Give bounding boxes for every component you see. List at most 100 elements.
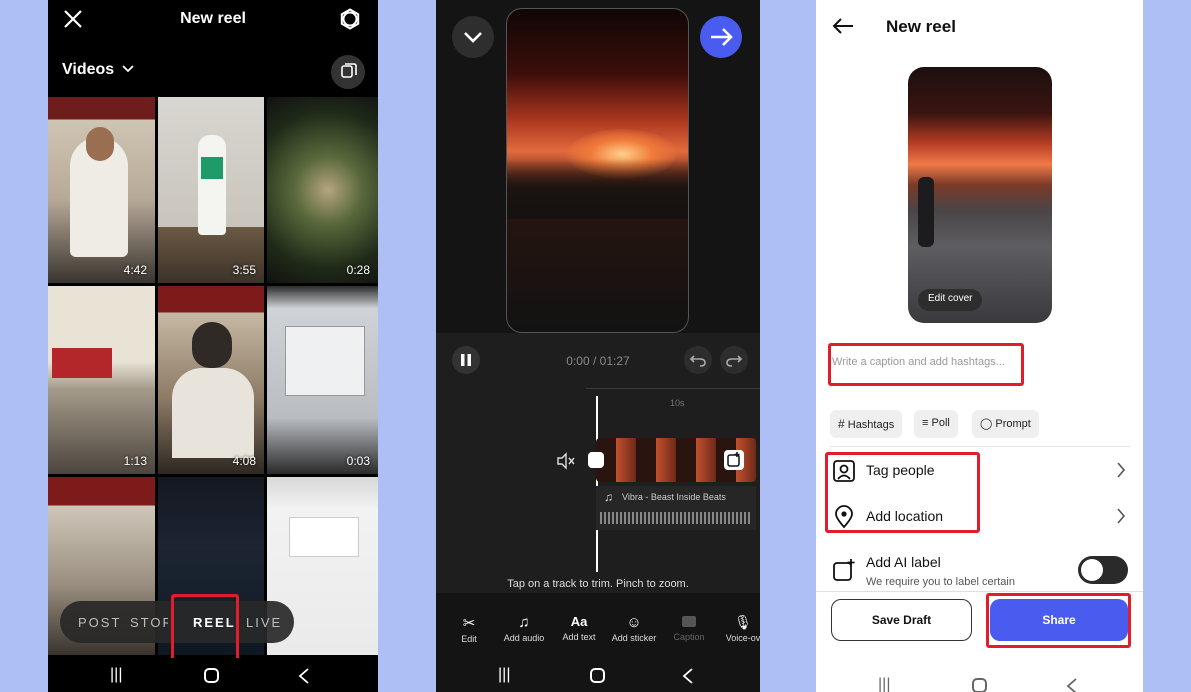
music-note-icon: ♫ [518, 614, 530, 631]
tool-voiceover-label: Voice-ov [725, 633, 760, 643]
video-duration: 0:03 [346, 454, 370, 468]
back-arrow-icon[interactable] [831, 16, 855, 36]
undo-icon [689, 355, 706, 367]
arrow-right-icon [711, 28, 733, 46]
playhead[interactable] [596, 396, 598, 572]
settings-button[interactable] [339, 8, 361, 35]
text-icon: Aa [570, 614, 588, 629]
mode-live[interactable]: LIVE [246, 615, 282, 630]
timeline-ruler [586, 388, 760, 389]
ruler-mark: 10s [670, 398, 685, 408]
thumbnail-figure-head [86, 127, 114, 161]
video-thumbnail[interactable]: 3:55 [158, 97, 264, 283]
audio-waveform [600, 512, 752, 524]
home-button[interactable] [204, 668, 219, 683]
back-icon[interactable] [682, 668, 694, 684]
tool-add-text-label: Add text [562, 632, 596, 642]
highlight-box [171, 594, 239, 666]
ai-label-toggle[interactable] [1078, 556, 1128, 584]
mute-button[interactable] [556, 452, 576, 475]
screen-title: New reel [886, 17, 956, 36]
mode-post[interactable]: POST [78, 615, 121, 630]
screen-title: New reel [180, 10, 246, 27]
mode-story[interactable]: STORY [130, 615, 168, 630]
cover-figure [918, 177, 934, 247]
scissors-icon: ✂ [462, 615, 476, 632]
video-duration: 1:13 [123, 454, 147, 468]
multi-select-icon [341, 63, 357, 78]
thumbnail-figure-head [192, 322, 232, 368]
multi-select-button[interactable] [331, 55, 365, 89]
ai-label-row[interactable]: Add AI label We require you to label cer… [816, 548, 1143, 590]
chip-prompt[interactable]: ◯ Prompt [972, 410, 1039, 438]
video-thumbnail[interactable]: 1:13 [48, 286, 155, 474]
ai-label-description: We require you to label certain [866, 576, 1015, 588]
chip-prompt-label: Prompt [995, 418, 1031, 430]
thumbnail-banner [52, 348, 112, 378]
timeline-hint: Tap on a track to trim. Pinch to zoom. [507, 578, 689, 590]
recents-button[interactable]: ||| [498, 666, 510, 684]
chip-poll[interactable]: ≡ Poll [914, 410, 958, 438]
recents-button[interactable]: ||| [110, 666, 122, 684]
video-duration: 4:42 [123, 263, 147, 277]
microphone-icon: 🎙 [734, 614, 752, 630]
highlight-box [825, 452, 980, 533]
reel-gallery-screen: New reel Videos 4:42 3:55 0:28 1:13 4:08… [48, 0, 378, 692]
home-button[interactable] [590, 668, 605, 683]
thumbnail-document [285, 326, 365, 396]
tool-edit-label: Edit [461, 634, 477, 644]
thumbnail-figure-vest [201, 157, 223, 179]
reel-cover[interactable]: Edit cover [908, 67, 1052, 323]
video-thumbnail[interactable]: 4:08 [158, 286, 264, 474]
back-icon[interactable] [1066, 678, 1078, 692]
collapse-button[interactable] [452, 16, 494, 58]
tool-add-audio[interactable]: ♫ Add audio [500, 614, 548, 643]
thumbnail-figure [198, 135, 226, 235]
back-icon[interactable] [298, 668, 310, 684]
action-divider [816, 591, 1143, 592]
video-thumbnail[interactable]: 0:03 [267, 286, 378, 474]
reel-editor-screen: 0:00 / 01:27 10s ♫ Vibra - Beast Inside … [436, 0, 760, 692]
save-draft-button[interactable]: Save Draft [831, 599, 972, 641]
divider [830, 446, 1130, 447]
redo-button[interactable] [720, 346, 748, 374]
chip-poll-label: Poll [931, 417, 950, 429]
home-button[interactable] [972, 678, 987, 692]
tool-edit[interactable]: ✂ Edit [454, 614, 484, 644]
tool-add-text[interactable]: Aa Add text [558, 614, 600, 642]
chevron-right-icon [1117, 462, 1126, 478]
system-nav-bar: ||| [816, 668, 1143, 692]
tool-add-sticker[interactable]: ☺ Add sticker [608, 614, 660, 643]
tool-add-sticker-label: Add sticker [611, 633, 657, 643]
gear-icon [340, 8, 360, 30]
mute-icon [557, 452, 575, 470]
video-thumbnail[interactable]: 4:42 [48, 97, 155, 283]
next-button[interactable] [700, 16, 742, 58]
audio-track[interactable]: ♫ Vibra - Beast Inside Beats [596, 486, 756, 530]
highlight-box [828, 343, 1024, 386]
ai-label-icon [833, 559, 855, 581]
add-clip-icon [727, 452, 740, 467]
chevron-down-icon [464, 32, 482, 43]
recents-button[interactable]: ||| [878, 676, 890, 692]
audio-track-label: Vibra - Beast Inside Beats [622, 492, 726, 502]
tool-add-audio-label: Add audio [503, 633, 545, 643]
redo-icon [726, 355, 743, 367]
tool-voiceover[interactable]: 🎙 Voice-ov [722, 614, 760, 643]
video-preview[interactable] [506, 8, 689, 333]
chevron-right-icon [1117, 508, 1126, 524]
poll-icon: ≡ [922, 417, 929, 429]
toggle-knob [1081, 559, 1103, 581]
trim-handle-left[interactable] [588, 452, 604, 468]
video-duration: 4:08 [232, 454, 256, 468]
add-clip-button[interactable] [724, 450, 744, 470]
reel-share-screen: New reel Edit cover Write a caption and … [816, 0, 1143, 692]
album-dropdown[interactable]: Videos [62, 61, 134, 79]
tool-caption[interactable]: Caption [668, 614, 710, 642]
video-thumbnail[interactable]: 0:28 [267, 97, 378, 283]
undo-button[interactable] [684, 346, 712, 374]
edit-cover-button[interactable]: Edit cover [918, 289, 983, 311]
video-duration: 3:55 [232, 263, 256, 277]
preview-silhouette [507, 159, 688, 219]
chip-hashtags[interactable]: # Hashtags [830, 410, 903, 438]
